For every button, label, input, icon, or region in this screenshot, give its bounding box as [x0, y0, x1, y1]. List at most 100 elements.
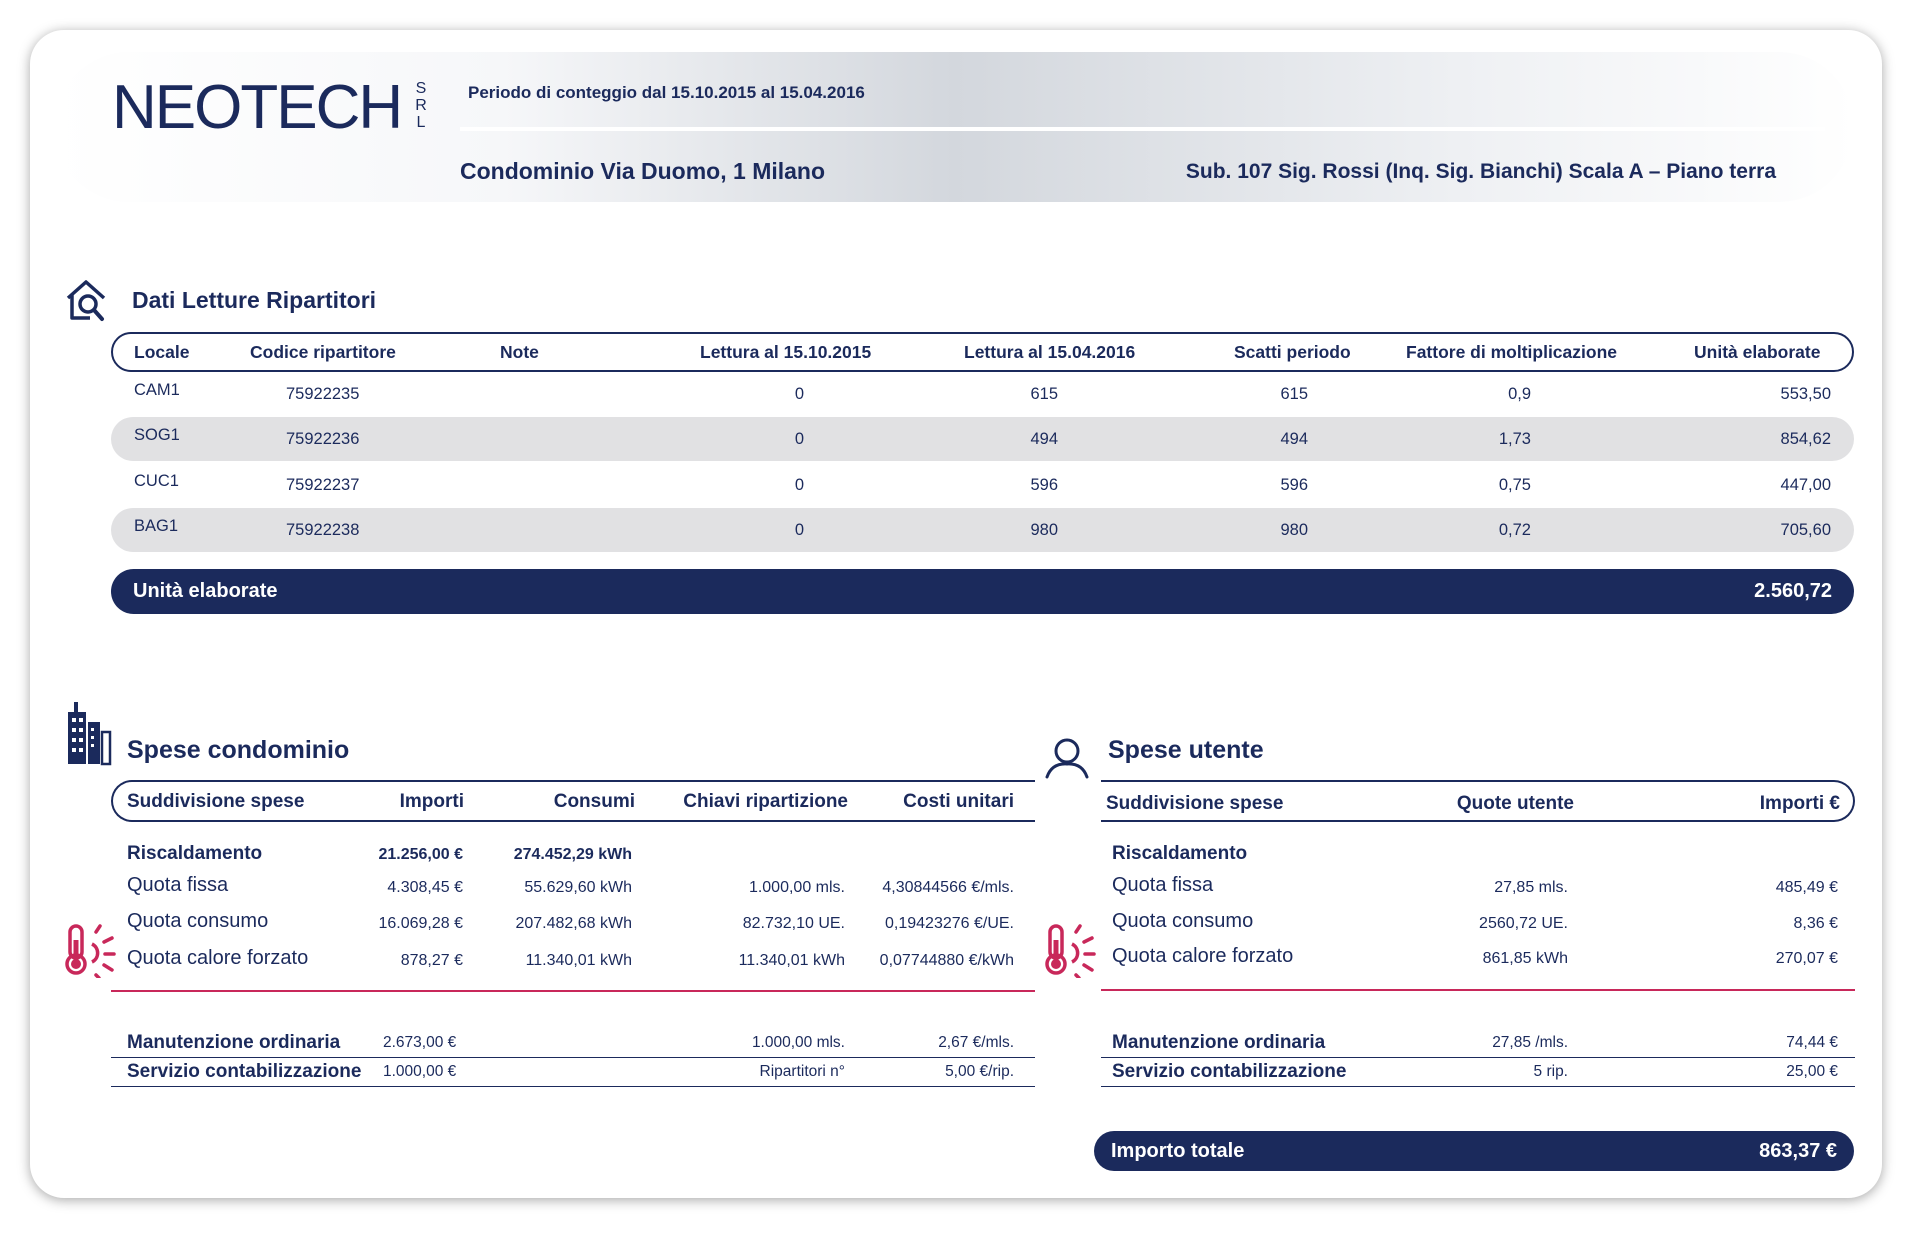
letture-cell: 980 — [1030, 521, 1058, 539]
letture-cell: 854,62 — [1780, 430, 1831, 448]
condominio-col-header: Consumi — [553, 791, 635, 812]
condominio-extra-cell: 1.000,00 € — [383, 1063, 457, 1080]
condominio-row-cell: Quota calore forzato — [127, 947, 309, 969]
utente-row-cell: Quota calore forzato — [1112, 945, 1294, 967]
letture-cell: 596 — [1280, 476, 1308, 494]
utente-extra-cell: 27,85 /mls. — [1492, 1034, 1568, 1051]
letture-col-header: Codice ripartitore — [250, 342, 396, 362]
condominio-extra-cell: 2,67 €/mls. — [938, 1034, 1014, 1051]
thermometer-heat-icon — [65, 924, 116, 978]
condominio-row-cell: 878,27 € — [400, 952, 463, 969]
billing-period: Periodo di conteggio dal 15.10.2015 al 1… — [468, 83, 865, 102]
utente-col-header: Suddivisione spese — [1106, 793, 1284, 814]
condominio-riscaldamento-cell: Riscaldamento — [127, 843, 263, 864]
condominio-extra-cell: Manutenzione ordinaria — [127, 1032, 341, 1053]
letture-total-bar: Unità elaborate 2.560,72 — [111, 569, 1854, 614]
condominio-extra-cell: 2.673,00 € — [383, 1034, 457, 1051]
utente-extra-cell: 25,00 € — [1786, 1063, 1838, 1080]
letture-cell: 75922236 — [286, 430, 360, 448]
utente-riscaldamento: Riscaldamento — [1112, 843, 1248, 864]
letture-total-value: 2.560,72 — [1754, 580, 1832, 602]
letture-cell: 447,00 — [1780, 476, 1831, 494]
letture-locale: BAG1 — [134, 517, 179, 535]
letture-locale: CAM1 — [134, 381, 180, 399]
letture-cell: 0,72 — [1498, 521, 1531, 539]
condominio-riscaldamento-cell: 21.256,00 € — [378, 846, 463, 863]
letture-col-header: Fattore di moltiplicazione — [1406, 342, 1617, 362]
letture-cell: 0 — [794, 385, 804, 403]
house-search-icon — [66, 280, 106, 321]
letture-row-bg — [111, 508, 1854, 552]
letture-col-header: Lettura al 15.10.2015 — [700, 342, 872, 362]
letture-cell: 553,50 — [1780, 385, 1831, 403]
condominio-row-cell: 4,30844566 €/mls. — [882, 879, 1014, 896]
condominio-extra-cell: 5,00 €/rip. — [945, 1063, 1014, 1080]
letture-cell: 0 — [794, 521, 804, 539]
letture-col-header: Note — [500, 342, 539, 362]
letture-cell: 75922238 — [286, 521, 360, 539]
condominium-address: Condominio Via Duomo, 1 Milano — [460, 158, 826, 184]
letture-cell: 596 — [1030, 476, 1058, 494]
utente-row-cell: 8,36 € — [1793, 915, 1838, 932]
condominio-extra-cell: Servizio contabilizzazione — [127, 1061, 362, 1082]
letture-cell: 0,75 — [1498, 476, 1531, 494]
condominio-col-header: Costi unitari — [903, 791, 1014, 812]
condominio-row-cell: 4.308,45 € — [387, 879, 463, 896]
condominio-col-header: Suddivisione spese — [127, 791, 305, 812]
utente-col-header: Importi € — [1759, 793, 1840, 814]
utente-extra-cell: Manutenzione ordinaria — [1112, 1032, 1326, 1053]
utente-row-cell: 2560,72 UE. — [1479, 915, 1568, 932]
condominio-extra-cell: 1.000,00 mls. — [751, 1034, 845, 1051]
importo-totale-label: Importo totale — [1111, 1140, 1245, 1162]
utente-red-divider — [1101, 989, 1855, 991]
letture-cell: 615 — [1280, 385, 1308, 403]
utente-title: Spese utente — [1108, 736, 1264, 764]
condominio-riscaldamento-cell: 274.452,29 kWh — [513, 846, 632, 863]
condominio-row-cell: 11.340,01 kWh — [738, 952, 845, 969]
condominio-row-cell: 1.000,00 mls. — [748, 879, 845, 896]
buildings-icon — [68, 702, 112, 766]
condominio-row-divider — [111, 1086, 1035, 1087]
condominio-title: Spese condominio — [127, 736, 350, 764]
person-icon — [1045, 738, 1089, 779]
letture-cell: 75922237 — [286, 476, 360, 494]
utente-row-cell: 270,07 € — [1775, 950, 1838, 967]
condominio-row-cell: 0,07744880 €/kWh — [879, 952, 1014, 969]
utente-row-cell: 27,85 mls. — [1494, 879, 1568, 896]
document-card — [30, 30, 1882, 1198]
condominio-row-cell: 82.732,10 UE. — [742, 915, 845, 932]
utente-row-divider — [1101, 1086, 1855, 1087]
utente-col-header: Quote utente — [1456, 793, 1574, 814]
letture-cell: 494 — [1030, 430, 1058, 448]
utente-row-cell: 485,49 € — [1775, 879, 1838, 896]
condominio-row-cell: 0,19423276 €/UE. — [885, 915, 1014, 932]
utente-extra-cell: 74,44 € — [1786, 1034, 1838, 1051]
letture-col-header: Locale — [134, 342, 190, 362]
condominio-row-cell: 55.629,60 kWh — [524, 879, 632, 896]
letture-cell: 75922235 — [286, 385, 360, 403]
utente-row-cell: Quota consumo — [1112, 910, 1254, 932]
header-banner: NEOTECH SRL Periodo di conteggio dal 15.… — [54, 52, 1854, 202]
utente-row-divider — [1101, 1057, 1855, 1058]
letture-cell: 615 — [1030, 385, 1058, 403]
letture-title: Dati Letture Ripartitori — [132, 287, 377, 313]
logo-text: NEOTECH — [112, 73, 403, 142]
letture-cell: 705,60 — [1780, 521, 1831, 539]
condominio-row-cell: Quota consumo — [127, 910, 269, 932]
letture-locale: SOG1 — [134, 426, 180, 444]
unit-owner: Sub. 107 Sig. Rossi (Inq. Sig. Bianchi) … — [1185, 160, 1776, 183]
importo-totale-value: 863,37 € — [1759, 1140, 1837, 1162]
condominio-red-divider — [111, 990, 1035, 992]
importo-totale-bar: Importo totale 863,37 € — [1094, 1131, 1854, 1171]
letture-cell: 494 — [1280, 430, 1308, 448]
utente-extra-cell: Servizio contabilizzazione — [1112, 1061, 1347, 1082]
letture-col-header: Unità elaborate — [1694, 342, 1821, 362]
letture-cell: 0 — [794, 476, 804, 494]
letture-row-bg — [111, 417, 1854, 461]
condominio-row-cell: 16.069,28 € — [378, 915, 463, 932]
letture-col-header: Lettura al 15.04.2016 — [964, 342, 1136, 362]
letture-locale: CUC1 — [134, 472, 179, 490]
header-divider — [460, 127, 1825, 131]
condominio-row-cell: Quota fissa — [127, 874, 229, 896]
condominio-col-header: Importi — [399, 791, 464, 812]
